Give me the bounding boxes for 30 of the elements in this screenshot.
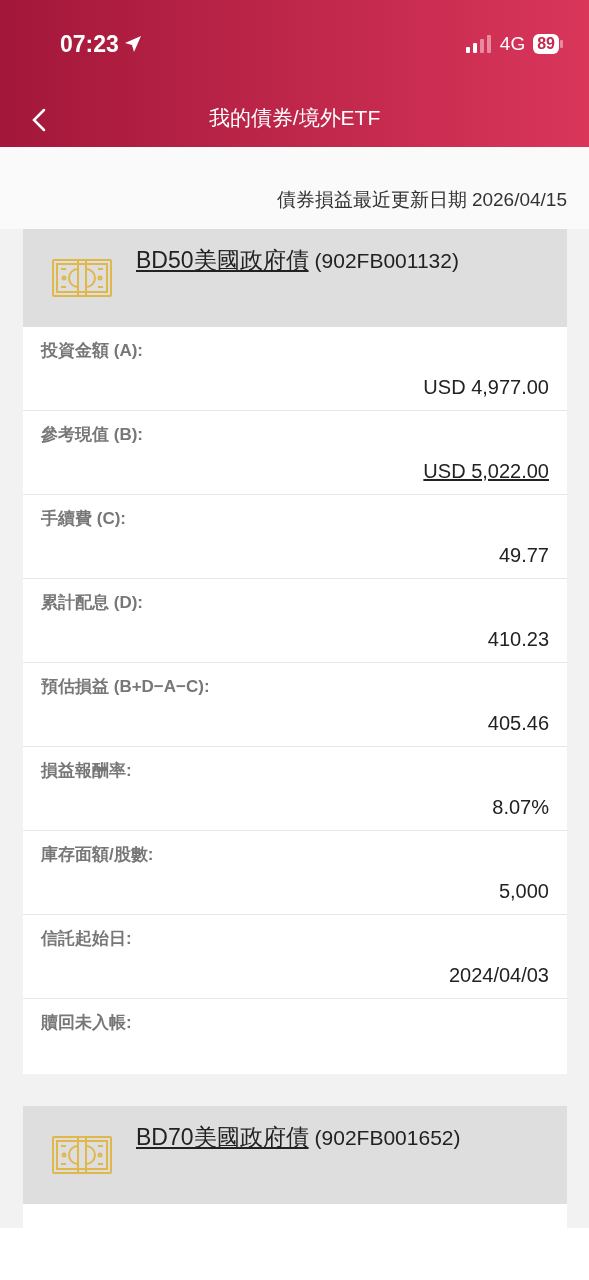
field-label: 贖回未入帳: (41, 1012, 132, 1034)
bond-code: (902FB001132) (314, 249, 459, 273)
field-value: 8.07% (492, 796, 549, 819)
bond-name-link[interactable]: BD70美國政府債 (136, 1122, 309, 1153)
field-value: 5,000 (498, 880, 549, 903)
network-label: 4G (499, 33, 526, 55)
update-date-note: 債券損益最近更新日期 2026/04/15 (276, 188, 567, 212)
battery-level: 89 (533, 34, 559, 54)
battery-tip-icon (560, 40, 563, 48)
page-title: 我的債券/境外ETF (208, 104, 381, 131)
field-label: 預估損益 (B+D−A−C): (41, 676, 210, 698)
field-label: 手續費 (C): (41, 508, 126, 530)
field-label: 累計配息 (D): (41, 592, 143, 614)
value-link[interactable]: USD 5,022.00 (423, 460, 549, 483)
field-label: 庫存面額/股數: (41, 844, 154, 866)
field-value: 2024/04/03 (448, 964, 549, 987)
bond-code: (902FB001652) (314, 1126, 461, 1150)
field-label: 損益報酬率: (41, 760, 132, 782)
field-label: 參考現值 (B): (41, 424, 143, 446)
field-value: 49.77 (498, 544, 549, 567)
field-value: 405.46 (487, 712, 549, 735)
status-time: 07:23 (60, 30, 119, 58)
field-value: USD 4,977.00 (423, 376, 549, 399)
signal-icon (465, 35, 492, 53)
banknote-icon (52, 259, 112, 297)
banknote-icon (52, 1136, 112, 1174)
field-label: 投資金額 (A): (41, 340, 143, 362)
bond-name-link[interactable]: BD50美國政府債 (136, 245, 309, 276)
field-value: 410.23 (487, 628, 549, 651)
field-label: 信託起始日: (41, 928, 132, 950)
